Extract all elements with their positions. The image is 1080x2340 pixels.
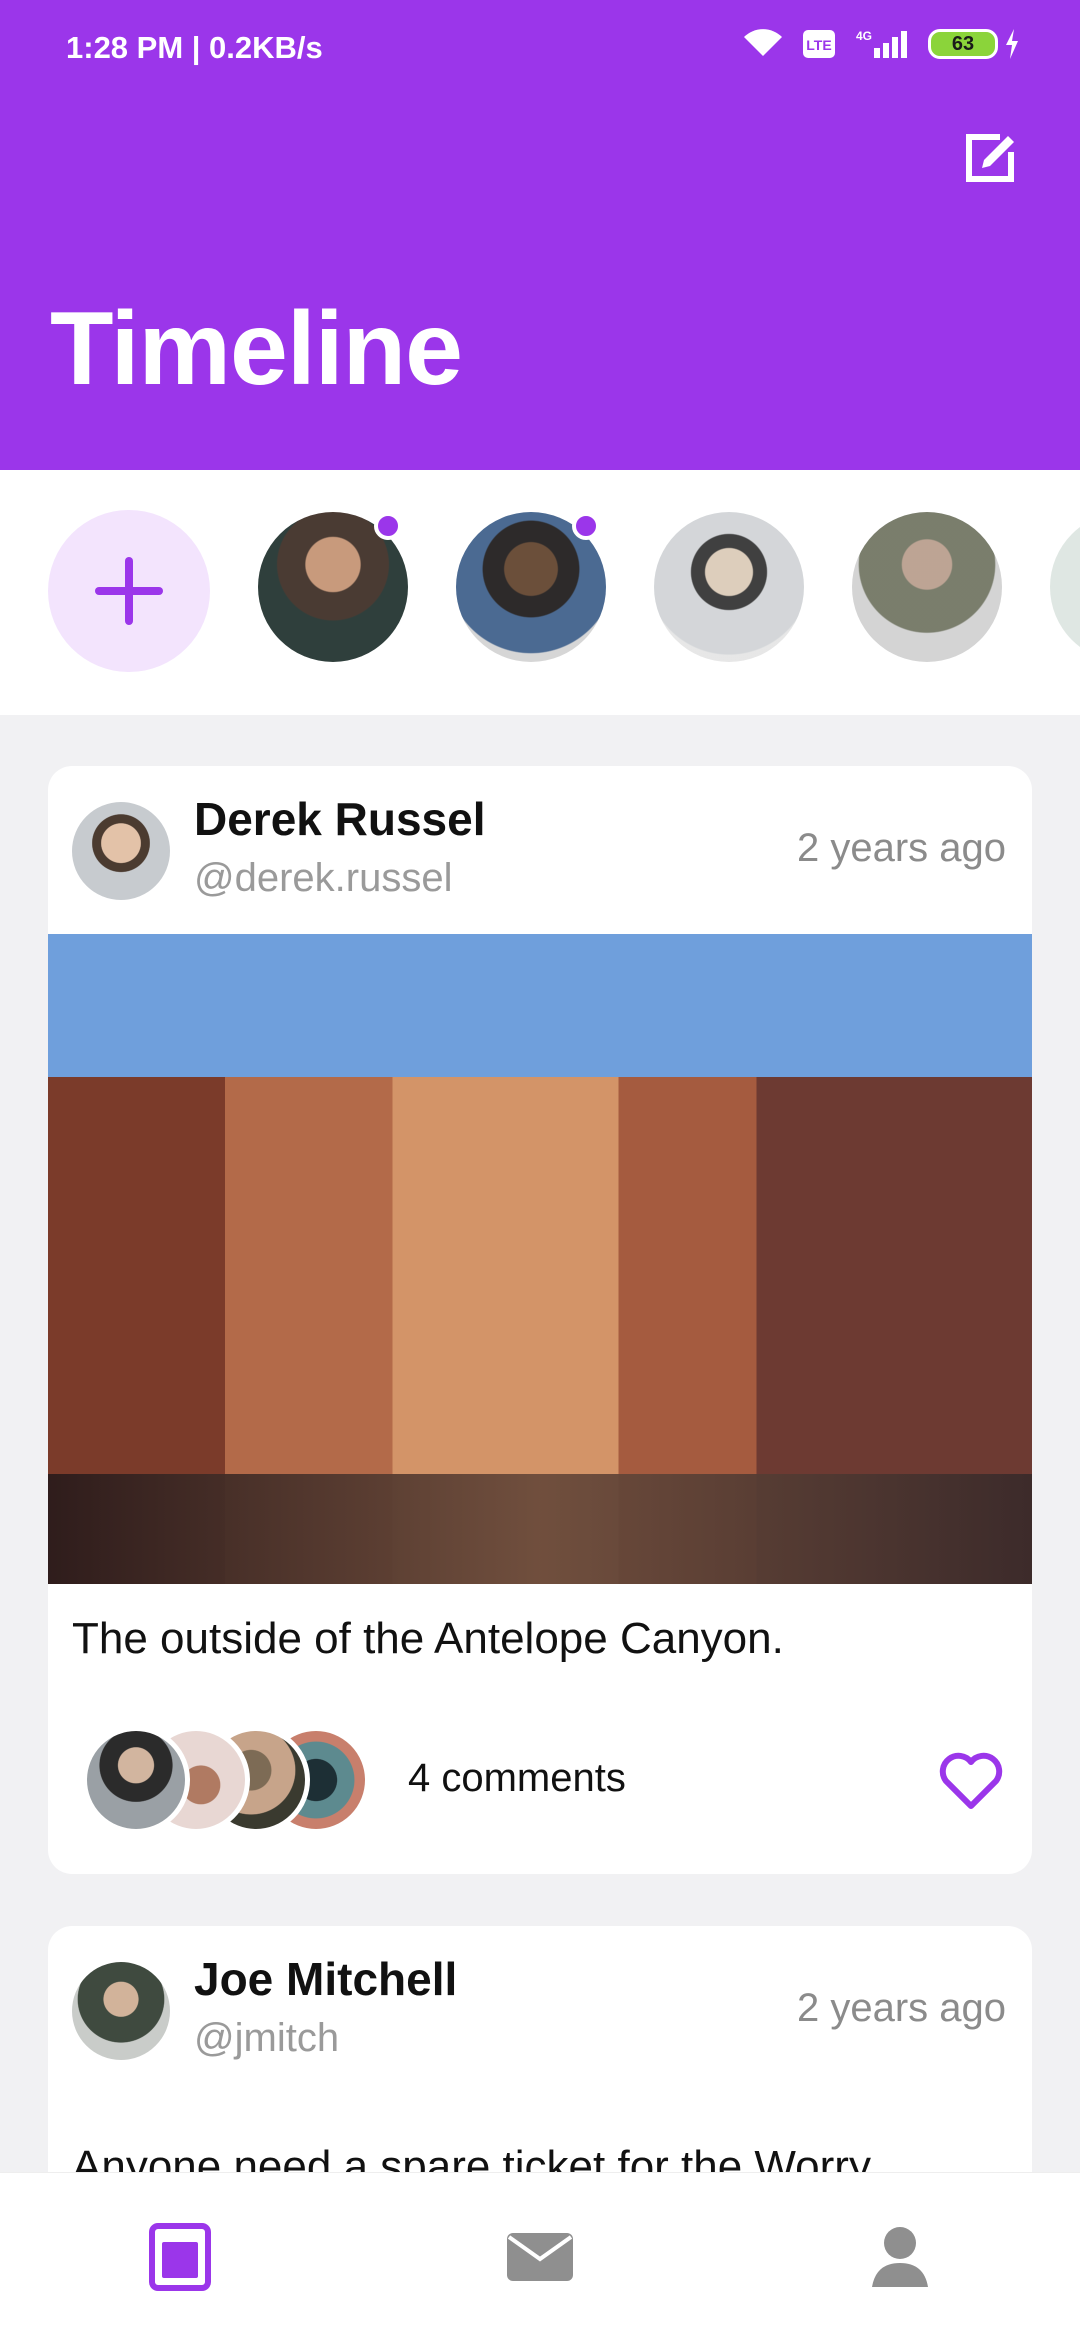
like-heart-icon[interactable]	[936, 1746, 1006, 1816]
wifi-icon	[744, 29, 782, 56]
battery-level: 63	[951, 32, 975, 55]
comment-avatars[interactable]	[82, 1726, 382, 1836]
water-area	[48, 1474, 1032, 1584]
charging-icon	[1006, 29, 1018, 59]
post-caption: The outside of the Antelope Canyon.	[72, 1614, 784, 1663]
story-avatar[interactable]	[852, 512, 1002, 662]
add-story-button[interactable]	[48, 510, 210, 672]
signal-icon: 4G	[856, 29, 907, 58]
author-avatar[interactable]	[72, 802, 170, 900]
timeline-icon	[149, 2223, 211, 2291]
bottom-nav	[0, 2172, 1080, 2340]
author-avatar[interactable]	[72, 1962, 170, 2060]
comment-avatar	[82, 1726, 190, 1834]
nav-messages[interactable]	[500, 2217, 580, 2297]
nav-timeline[interactable]	[140, 2217, 220, 2297]
nav-profile[interactable]	[860, 2217, 940, 2297]
edit-icon	[966, 134, 1014, 182]
battery-icon: 63	[928, 29, 1020, 59]
mail-icon	[507, 2233, 573, 2281]
author-handle: @derek.russel	[194, 856, 453, 900]
author-name[interactable]: Joe Mitchell	[194, 1952, 457, 2006]
status-time: 1:28 PM | 0.2KB/s	[66, 30, 323, 65]
post-time: 2 years ago	[796, 826, 1006, 870]
plus-icon	[95, 557, 163, 625]
post-time: 2 years ago	[796, 1986, 1006, 2030]
author-handle: @jmitch	[194, 2016, 340, 2060]
compose-button[interactable]	[950, 118, 1030, 198]
stories-strip[interactable]	[0, 470, 1080, 715]
svg-text:4G: 4G	[856, 29, 872, 43]
author-name[interactable]: Derek Russel	[194, 792, 486, 846]
profile-icon	[872, 2227, 928, 2287]
story-avatar[interactable]	[1050, 512, 1080, 662]
post-card[interactable]: Derek Russel @derek.russel 2 years ago T…	[48, 766, 1032, 1874]
status-icons: LTE 4G 63	[742, 28, 1020, 60]
svg-text:LTE: LTE	[806, 37, 831, 53]
post-image[interactable]	[48, 934, 1032, 1584]
page-title: Timeline	[50, 291, 463, 407]
story-avatar[interactable]	[654, 512, 804, 662]
story-avatar[interactable]	[456, 512, 606, 662]
comments-count[interactable]: 4 comments	[408, 1756, 626, 1801]
volte-icon: LTE	[803, 30, 835, 58]
story-avatar[interactable]	[258, 512, 408, 662]
new-story-dot	[374, 512, 402, 540]
header: 1:28 PM | 0.2KB/s LTE 4G 63 Timeline	[0, 0, 1080, 470]
new-story-dot	[572, 512, 600, 540]
